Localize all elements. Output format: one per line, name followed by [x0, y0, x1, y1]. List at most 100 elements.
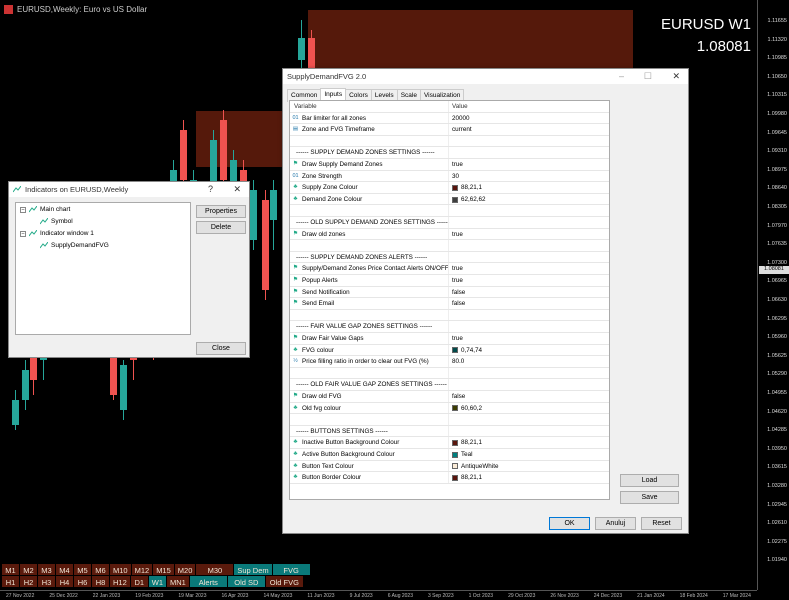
tree-item-supplydemandfvg[interactable]: SupplyDemandFVG: [40, 242, 109, 249]
timeframe-button-m5[interactable]: M5: [74, 564, 91, 575]
timeframe-button-fvg[interactable]: FVG: [272, 564, 310, 575]
timeframe-button-m15[interactable]: M15: [153, 564, 174, 575]
time-tick-label: 25 Dec 2022: [49, 592, 78, 599]
input-row[interactable]: 01 Bar limiter for all zones 20000: [290, 112, 609, 125]
price-axis[interactable]: 1.11655 1.11320 1.10985 1.10650 1.10315 1.099…: [757, 0, 789, 590]
help-button[interactable]: ?: [208, 182, 213, 197]
input-row[interactable]: ⚑ Draw old zones true: [290, 228, 609, 241]
input-row[interactable]: ♣ Inactive Button Background Colour 88,21,…: [290, 437, 609, 449]
input-value[interactable]: 62,62,62: [452, 194, 486, 206]
input-value[interactable]: 88,21,1: [452, 182, 482, 194]
timeframe-button-m6[interactable]: M6: [92, 564, 109, 575]
input-value[interactable]: 30: [452, 171, 459, 183]
settings-dialog-titlebar[interactable]: SupplyDemandFVG 2.0 – ☐ ✕: [283, 69, 688, 84]
input-row[interactable]: ⚑ Send Email false: [290, 298, 609, 310]
reset-button[interactable]: Reset: [641, 517, 682, 530]
timeframe-button-h3[interactable]: H3: [38, 576, 55, 587]
input-value[interactable]: true: [452, 275, 463, 287]
input-row[interactable]: ⚑ Supply/Demand Zones Price Contact Alert…: [290, 263, 609, 275]
input-value[interactable]: 88,21,1: [452, 472, 482, 484]
timeframe-button-h8[interactable]: H8: [92, 576, 109, 587]
timeframe-button-h2[interactable]: H2: [20, 576, 37, 587]
input-name: ♣ Button Text Colour: [292, 461, 354, 473]
indicators-dialog-titlebar[interactable]: Indicators on EURUSD,Weekly ? ✕: [9, 182, 249, 197]
timeframe-button-h4[interactable]: H4: [56, 576, 73, 587]
collapse-toggle-icon[interactable]: –: [20, 230, 26, 237]
input-value[interactable]: 20000: [452, 113, 470, 125]
input-row[interactable]: ♣ Demand Zone Colour 62,62,62: [290, 193, 609, 206]
ok-button[interactable]: OK: [549, 517, 590, 530]
minimize-icon[interactable]: –: [619, 69, 624, 84]
save-button[interactable]: Save: [620, 491, 679, 504]
input-row[interactable]: ⚑ Popup Alerts true: [290, 275, 609, 287]
input-row[interactable]: ♣ Button Border Colour 88,21,1: [290, 472, 609, 484]
input-name: ♣ Button Border Colour: [292, 472, 362, 484]
input-row[interactable]: ♣ FVG colour 0,74,74: [290, 344, 609, 357]
input-row[interactable]: ⚑ Draw Fair Value Gaps true: [290, 333, 609, 345]
timeframe-button-m10[interactable]: M10: [110, 564, 131, 575]
symbol-price: 1.08081: [696, 38, 751, 55]
input-value[interactable]: 80.0: [452, 356, 464, 368]
input-value[interactable]: 60,60,2: [452, 403, 482, 415]
input-row[interactable]: 01 Zone Strength 30: [290, 170, 609, 183]
indicators-dialog-title: Indicators on EURUSD,Weekly: [25, 185, 129, 194]
input-row[interactable]: ⚑ Draw old FVG false: [290, 391, 609, 403]
delete-button[interactable]: Delete: [196, 221, 246, 234]
maximize-icon[interactable]: ☐: [644, 69, 652, 84]
input-row[interactable]: ⚑ Send Notification false: [290, 286, 609, 299]
close-button[interactable]: Close: [196, 342, 246, 355]
input-value[interactable]: 88,21,1: [452, 437, 482, 449]
timeframe-button-m3[interactable]: M3: [38, 564, 55, 575]
empty-row: [290, 367, 609, 380]
collapse-toggle-icon[interactable]: –: [20, 206, 26, 213]
input-row[interactable]: ♣ Supply Zone Colour 88,21,1: [290, 182, 609, 194]
tree-item-symbol[interactable]: Symbol: [40, 218, 73, 225]
input-value[interactable]: current: [452, 124, 472, 136]
input-value[interactable]: true: [452, 333, 463, 345]
timeframe-button-sup-dem[interactable]: Sup Dem: [234, 564, 272, 575]
input-row[interactable]: ♣ Active Button Background Colour Teal: [290, 449, 609, 461]
timeframe-button-m12[interactable]: M12: [131, 564, 153, 575]
input-row[interactable]: ⚑ Draw Supply Demand Zones true: [290, 159, 609, 171]
input-row[interactable]: ♣ Button Text Colour AntiqueWhite: [290, 460, 609, 473]
timeframe-button-m2[interactable]: M2: [20, 564, 37, 575]
timeframe-button-old-sd[interactable]: Old SD: [227, 576, 265, 587]
input-value[interactable]: false: [452, 287, 465, 299]
timeframe-button-m1[interactable]: M1: [2, 564, 19, 575]
properties-button[interactable]: Properties: [196, 205, 246, 218]
timeframe-button-m20[interactable]: M20: [174, 564, 196, 575]
indicators-tree[interactable]: – Main chart Symbol – Indicator window 1 Supp…: [15, 202, 191, 335]
input-row[interactable]: ½ Price filling ratio in order to clear o…: [290, 356, 609, 368]
close-icon[interactable]: ✕: [233, 182, 241, 197]
column-divider: [448, 414, 449, 425]
input-value[interactable]: Teal: [452, 449, 473, 461]
timeframe-button-m4[interactable]: M4: [56, 564, 73, 575]
input-value[interactable]: 0,74,74: [452, 345, 482, 357]
timeframe-button-h12[interactable]: H12: [110, 576, 130, 587]
timeframe-button-m30[interactable]: M30: [196, 564, 234, 575]
input-value[interactable]: false: [452, 298, 465, 310]
timeframe-button-old-fvg[interactable]: Old FVG: [265, 576, 303, 587]
cancel-button[interactable]: Anuluj: [595, 517, 636, 530]
timeframe-button-h1[interactable]: H1: [2, 576, 19, 587]
input-row[interactable]: ▤ Zone and FVG Timeframe current: [290, 124, 609, 136]
tree-item-indicator-window-1[interactable]: – Indicator window 1: [20, 230, 94, 237]
timeframe-button-h6[interactable]: H6: [74, 576, 91, 587]
inputs-grid[interactable]: Variable Value 01 Bar limiter for all zon…: [289, 100, 610, 500]
timeframe-button-mn1[interactable]: MN1: [167, 576, 189, 587]
close-icon[interactable]: ✕: [672, 69, 680, 84]
load-button[interactable]: Load: [620, 474, 679, 487]
input-value[interactable]: true: [452, 229, 463, 241]
input-value[interactable]: false: [452, 391, 465, 403]
input-value[interactable]: true: [452, 159, 463, 171]
input-row[interactable]: ♣ Old fvg colour 60,60,2: [290, 402, 609, 415]
timeframe-button-w1[interactable]: W1: [148, 576, 167, 587]
price-tick-label: 1.03950: [767, 445, 787, 452]
tree-item-main-chart[interactable]: – Main chart: [20, 206, 70, 213]
timeframe-button-d1[interactable]: D1: [130, 576, 148, 587]
input-value[interactable]: AntiqueWhite: [452, 461, 498, 473]
timeframe-button-alerts[interactable]: Alerts: [189, 576, 227, 587]
input-value[interactable]: true: [452, 263, 463, 275]
time-axis[interactable]: 27 Nov 2022 25 Dec 2022 22 Jan 2023 19 Feb …: [0, 590, 757, 600]
section-header-row: ------ OLD FAIR VALUE GAP ZONES SETTINGS…: [290, 379, 609, 391]
